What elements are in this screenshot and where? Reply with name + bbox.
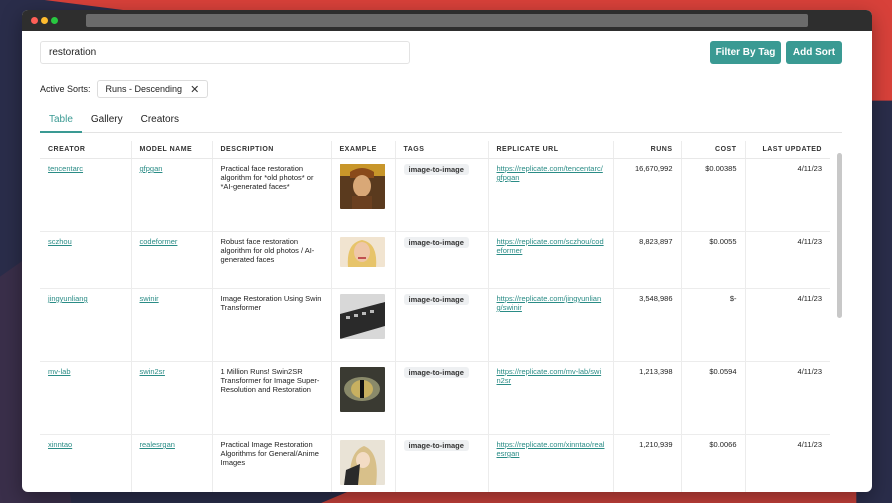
add-sort-button[interactable]: Add Sort bbox=[786, 41, 842, 64]
tag-badge[interactable]: image-to-image bbox=[403, 367, 469, 378]
example-image bbox=[339, 237, 385, 267]
tag-badge[interactable]: image-to-image bbox=[403, 164, 469, 175]
tab-gallery[interactable]: Gallery bbox=[82, 111, 132, 133]
browser-window: Filter By Tag Add Sort Active Sorts: Run… bbox=[22, 10, 872, 492]
cost-value: $- bbox=[681, 288, 746, 362]
tag-badge[interactable]: image-to-image bbox=[403, 237, 469, 248]
column-header-tags[interactable]: TAGS bbox=[395, 141, 489, 159]
example-image bbox=[339, 367, 385, 412]
table-row: jingyunliang swinir Image Restoration Us… bbox=[40, 288, 830, 362]
model-link[interactable]: gfpgan bbox=[140, 164, 163, 173]
runs-value: 8,823,897 bbox=[613, 231, 682, 289]
cost-value: $0.0055 bbox=[681, 231, 746, 289]
description: 1 Million Runs! Swin2SR Transformer for … bbox=[212, 361, 332, 435]
title-bar bbox=[22, 10, 872, 31]
address-bar[interactable] bbox=[86, 14, 808, 27]
table-row: mv-lab swin2sr 1 Million Runs! Swin2SR T… bbox=[40, 361, 830, 435]
models-table-container: CREATOR MODEL NAME DESCRIPTION EXAMPLE T… bbox=[40, 141, 844, 492]
view-tabs: Table Gallery Creators bbox=[40, 111, 842, 133]
cost-value: $0.0066 bbox=[681, 434, 746, 492]
creator-link[interactable]: jingyunliang bbox=[48, 294, 88, 303]
maximize-window-icon[interactable] bbox=[51, 17, 58, 24]
search-input[interactable] bbox=[40, 41, 410, 64]
creator-link[interactable]: tencentarc bbox=[48, 164, 83, 173]
table-row: xinntao realesrgan Practical Image Resto… bbox=[40, 434, 830, 492]
column-header-description[interactable]: DESCRIPTION bbox=[212, 141, 332, 159]
minimize-window-icon[interactable] bbox=[41, 17, 48, 24]
model-link[interactable]: codeformer bbox=[140, 237, 178, 246]
creator-link[interactable]: xinntao bbox=[48, 440, 72, 449]
example-image bbox=[339, 440, 385, 485]
description: Practical face restoration algorithm for… bbox=[212, 158, 332, 232]
active-sorts: Active Sorts: Runs - Descending ✕ bbox=[40, 79, 209, 99]
column-header-example[interactable]: EXAMPLE bbox=[331, 141, 396, 159]
description: Robust face restoration algorithm for ol… bbox=[212, 231, 332, 289]
runs-value: 1,210,939 bbox=[613, 434, 682, 492]
cost-value: $0.00385 bbox=[681, 158, 746, 232]
close-window-icon[interactable] bbox=[31, 17, 38, 24]
tab-table[interactable]: Table bbox=[40, 111, 82, 133]
last-updated-value: 4/11/23 bbox=[745, 434, 830, 492]
replicate-url-link[interactable]: https://replicate.com/tencentarc/gfpgan bbox=[497, 164, 603, 182]
last-updated-value: 4/11/23 bbox=[745, 361, 830, 435]
column-header-creator[interactable]: CREATOR bbox=[40, 141, 132, 159]
creator-link[interactable]: sczhou bbox=[48, 237, 72, 246]
table-row: tencentarc gfpgan Practical face restora… bbox=[40, 158, 830, 232]
column-header-model-name[interactable]: MODEL NAME bbox=[131, 141, 213, 159]
active-sorts-label: Active Sorts: bbox=[40, 84, 91, 94]
example-image bbox=[339, 164, 385, 209]
replicate-url-link[interactable]: https://replicate.com/jingyunliang/swini… bbox=[497, 294, 602, 312]
filter-by-tag-button[interactable]: Filter By Tag bbox=[710, 41, 781, 64]
tag-badge[interactable]: image-to-image bbox=[403, 294, 469, 305]
remove-sort-icon[interactable]: ✕ bbox=[190, 83, 199, 96]
column-header-last-updated[interactable]: LAST UPDATED bbox=[745, 141, 830, 159]
table-row: sczhou codeformer Robust face restoratio… bbox=[40, 231, 830, 289]
sort-chip-label: Runs - Descending bbox=[105, 84, 183, 94]
last-updated-value: 4/11/23 bbox=[745, 158, 830, 232]
cost-value: $0.0594 bbox=[681, 361, 746, 435]
tab-creators[interactable]: Creators bbox=[132, 111, 188, 133]
replicate-url-link[interactable]: https://replicate.com/xinntao/realesrgan bbox=[497, 440, 605, 458]
replicate-url-link[interactable]: https://replicate.com/sczhou/codeformer bbox=[497, 237, 604, 255]
runs-value: 1,213,398 bbox=[613, 361, 682, 435]
page-content: Filter By Tag Add Sort Active Sorts: Run… bbox=[22, 31, 872, 492]
model-link[interactable]: swin2sr bbox=[140, 367, 165, 376]
runs-value: 3,548,986 bbox=[613, 288, 682, 362]
column-header-runs[interactable]: RUNS bbox=[613, 141, 682, 159]
column-header-cost[interactable]: COST bbox=[681, 141, 746, 159]
creator-link[interactable]: mv-lab bbox=[48, 367, 71, 376]
example-image bbox=[339, 294, 385, 339]
table-header-row: CREATOR MODEL NAME DESCRIPTION EXAMPLE T… bbox=[40, 141, 830, 159]
replicate-url-link[interactable]: https://replicate.com/mv-lab/swin2sr bbox=[497, 367, 602, 385]
last-updated-value: 4/11/23 bbox=[745, 288, 830, 362]
model-link[interactable]: swinir bbox=[140, 294, 159, 303]
description: Practical Image Restoration Algorithms f… bbox=[212, 434, 332, 492]
model-link[interactable]: realesrgan bbox=[140, 440, 175, 449]
runs-value: 16,670,992 bbox=[613, 158, 682, 232]
sort-chip: Runs - Descending ✕ bbox=[96, 80, 209, 98]
last-updated-value: 4/11/23 bbox=[745, 231, 830, 289]
column-header-replicate-url[interactable]: REPLICATE URL bbox=[488, 141, 614, 159]
table-scrollbar[interactable] bbox=[837, 153, 842, 318]
description: Image Restoration Using Swin Transformer bbox=[212, 288, 332, 362]
tag-badge[interactable]: image-to-image bbox=[403, 440, 469, 451]
models-table: CREATOR MODEL NAME DESCRIPTION EXAMPLE T… bbox=[40, 141, 830, 492]
